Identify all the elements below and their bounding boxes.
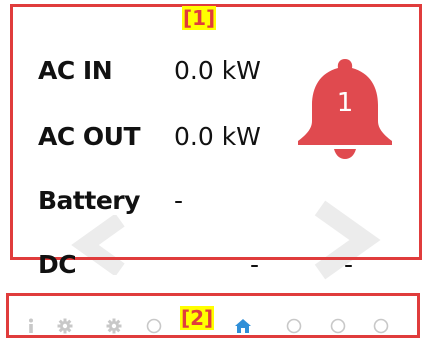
circle-icon[interactable] (286, 318, 302, 334)
dc-value-1: - (250, 250, 260, 279)
ac-in-row: AC IN 0.0 kW (38, 56, 261, 85)
ac-out-row: AC OUT 0.0 kW (38, 122, 261, 151)
circle-icon[interactable] (330, 318, 346, 334)
dc-row: DC - - (38, 250, 353, 279)
dc-label: DC (38, 250, 77, 279)
dc-value-2: - (344, 250, 354, 279)
battery-row: Battery - (38, 186, 183, 215)
info-icon[interactable] (26, 318, 36, 334)
circle-icon[interactable] (146, 318, 162, 334)
gear-icon[interactable] (106, 318, 122, 334)
battery-value: - (174, 186, 184, 215)
ac-in-label: AC IN (38, 56, 113, 85)
gear-icon[interactable] (57, 318, 73, 334)
ac-in-value: 0.0 kW (174, 56, 261, 85)
battery-label: Battery (38, 186, 140, 215)
ac-out-label: AC OUT (38, 122, 141, 151)
alarm-count: 1 (336, 88, 354, 118)
ac-out-value: 0.0 kW (174, 122, 261, 151)
annotation-tag-1: [1] (182, 6, 217, 30)
annotation-tag-2: [2] (180, 306, 215, 330)
circle-icon[interactable] (373, 318, 389, 334)
home-icon[interactable] (234, 318, 252, 334)
